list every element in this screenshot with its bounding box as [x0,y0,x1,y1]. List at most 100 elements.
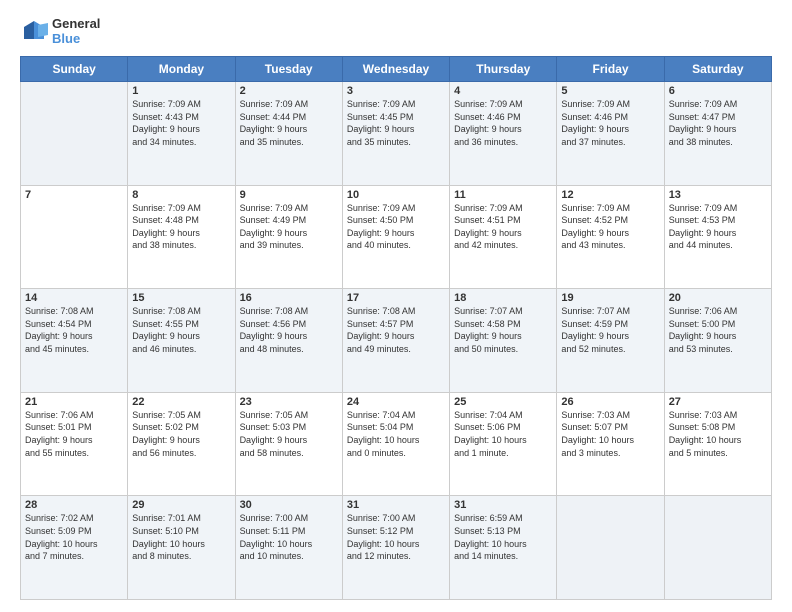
calendar-week-row: 21Sunrise: 7:06 AM Sunset: 5:01 PM Dayli… [21,392,772,496]
day-number: 11 [454,189,552,201]
day-number: 8 [132,189,230,201]
day-number: 6 [669,85,767,97]
calendar-cell: 2Sunrise: 7:09 AM Sunset: 4:44 PM Daylig… [235,82,342,186]
calendar-cell: 6Sunrise: 7:09 AM Sunset: 4:47 PM Daylig… [664,82,771,186]
day-number: 12 [561,189,659,201]
weekday-header-friday: Friday [557,57,664,82]
calendar-cell: 26Sunrise: 7:03 AM Sunset: 5:07 PM Dayli… [557,392,664,496]
day-number: 2 [240,85,338,97]
calendar-cell: 12Sunrise: 7:09 AM Sunset: 4:52 PM Dayli… [557,185,664,289]
day-info: Sunrise: 7:07 AM Sunset: 4:59 PM Dayligh… [561,305,659,355]
day-number: 21 [25,396,123,408]
calendar-cell: 29Sunrise: 7:01 AM Sunset: 5:10 PM Dayli… [128,496,235,600]
day-info: Sunrise: 7:08 AM Sunset: 4:55 PM Dayligh… [132,305,230,355]
calendar-cell: 25Sunrise: 7:04 AM Sunset: 5:06 PM Dayli… [450,392,557,496]
calendar-cell: 21Sunrise: 7:06 AM Sunset: 5:01 PM Dayli… [21,392,128,496]
calendar-cell [557,496,664,600]
day-info: Sunrise: 6:59 AM Sunset: 5:13 PM Dayligh… [454,512,552,562]
calendar-cell: 30Sunrise: 7:00 AM Sunset: 5:11 PM Dayli… [235,496,342,600]
day-info: Sunrise: 7:09 AM Sunset: 4:48 PM Dayligh… [132,202,230,252]
calendar-cell: 27Sunrise: 7:03 AM Sunset: 5:08 PM Dayli… [664,392,771,496]
calendar-cell: 31Sunrise: 6:59 AM Sunset: 5:13 PM Dayli… [450,496,557,600]
day-number: 19 [561,292,659,304]
day-info: Sunrise: 7:09 AM Sunset: 4:49 PM Dayligh… [240,202,338,252]
page: General Blue SundayMondayTuesdayWednesda… [0,0,792,612]
calendar-cell [21,82,128,186]
day-number: 10 [347,189,445,201]
day-info: Sunrise: 7:00 AM Sunset: 5:12 PM Dayligh… [347,512,445,562]
day-info: Sunrise: 7:06 AM Sunset: 5:00 PM Dayligh… [669,305,767,355]
calendar-cell: 28Sunrise: 7:02 AM Sunset: 5:09 PM Dayli… [21,496,128,600]
day-info: Sunrise: 7:03 AM Sunset: 5:08 PM Dayligh… [669,409,767,459]
day-info: Sunrise: 7:09 AM Sunset: 4:53 PM Dayligh… [669,202,767,252]
day-info: Sunrise: 7:09 AM Sunset: 4:51 PM Dayligh… [454,202,552,252]
day-number: 17 [347,292,445,304]
calendar-cell: 18Sunrise: 7:07 AM Sunset: 4:58 PM Dayli… [450,289,557,393]
day-info: Sunrise: 7:04 AM Sunset: 5:04 PM Dayligh… [347,409,445,459]
weekday-header-sunday: Sunday [21,57,128,82]
weekday-header-monday: Monday [128,57,235,82]
calendar-cell: 13Sunrise: 7:09 AM Sunset: 4:53 PM Dayli… [664,185,771,289]
calendar-week-row: 28Sunrise: 7:02 AM Sunset: 5:09 PM Dayli… [21,496,772,600]
calendar-cell: 31Sunrise: 7:00 AM Sunset: 5:12 PM Dayli… [342,496,449,600]
calendar-cell [664,496,771,600]
calendar-cell: 19Sunrise: 7:07 AM Sunset: 4:59 PM Dayli… [557,289,664,393]
calendar-cell: 7 [21,185,128,289]
calendar-cell: 23Sunrise: 7:05 AM Sunset: 5:03 PM Dayli… [235,392,342,496]
calendar-cell: 9Sunrise: 7:09 AM Sunset: 4:49 PM Daylig… [235,185,342,289]
day-info: Sunrise: 7:09 AM Sunset: 4:50 PM Dayligh… [347,202,445,252]
day-number: 5 [561,85,659,97]
weekday-header-row: SundayMondayTuesdayWednesdayThursdayFrid… [21,57,772,82]
calendar-cell: 24Sunrise: 7:04 AM Sunset: 5:04 PM Dayli… [342,392,449,496]
calendar-cell: 5Sunrise: 7:09 AM Sunset: 4:46 PM Daylig… [557,82,664,186]
day-info: Sunrise: 7:02 AM Sunset: 5:09 PM Dayligh… [25,512,123,562]
day-info: Sunrise: 7:03 AM Sunset: 5:07 PM Dayligh… [561,409,659,459]
day-number: 4 [454,85,552,97]
day-number: 7 [25,189,123,201]
weekday-header-thursday: Thursday [450,57,557,82]
day-info: Sunrise: 7:09 AM Sunset: 4:47 PM Dayligh… [669,98,767,148]
day-info: Sunrise: 7:01 AM Sunset: 5:10 PM Dayligh… [132,512,230,562]
calendar-cell: 16Sunrise: 7:08 AM Sunset: 4:56 PM Dayli… [235,289,342,393]
day-number: 28 [25,499,123,511]
calendar-cell: 8Sunrise: 7:09 AM Sunset: 4:48 PM Daylig… [128,185,235,289]
day-number: 27 [669,396,767,408]
weekday-header-saturday: Saturday [664,57,771,82]
calendar-week-row: 78Sunrise: 7:09 AM Sunset: 4:48 PM Dayli… [21,185,772,289]
calendar-week-row: 1Sunrise: 7:09 AM Sunset: 4:43 PM Daylig… [21,82,772,186]
calendar-cell: 15Sunrise: 7:08 AM Sunset: 4:55 PM Dayli… [128,289,235,393]
calendar-cell: 11Sunrise: 7:09 AM Sunset: 4:51 PM Dayli… [450,185,557,289]
day-info: Sunrise: 7:08 AM Sunset: 4:54 PM Dayligh… [25,305,123,355]
day-number: 18 [454,292,552,304]
day-number: 26 [561,396,659,408]
day-info: Sunrise: 7:05 AM Sunset: 5:02 PM Dayligh… [132,409,230,459]
day-info: Sunrise: 7:09 AM Sunset: 4:46 PM Dayligh… [561,98,659,148]
calendar-cell: 4Sunrise: 7:09 AM Sunset: 4:46 PM Daylig… [450,82,557,186]
header: General Blue [20,16,772,46]
calendar-cell: 17Sunrise: 7:08 AM Sunset: 4:57 PM Dayli… [342,289,449,393]
day-number: 9 [240,189,338,201]
calendar-week-row: 14Sunrise: 7:08 AM Sunset: 4:54 PM Dayli… [21,289,772,393]
logo-icon [20,17,48,45]
day-number: 3 [347,85,445,97]
day-info: Sunrise: 7:09 AM Sunset: 4:52 PM Dayligh… [561,202,659,252]
day-info: Sunrise: 7:06 AM Sunset: 5:01 PM Dayligh… [25,409,123,459]
day-number: 23 [240,396,338,408]
day-number: 24 [347,396,445,408]
day-info: Sunrise: 7:07 AM Sunset: 4:58 PM Dayligh… [454,305,552,355]
calendar-cell: 22Sunrise: 7:05 AM Sunset: 5:02 PM Dayli… [128,392,235,496]
day-number: 14 [25,292,123,304]
weekday-header-tuesday: Tuesday [235,57,342,82]
day-number: 15 [132,292,230,304]
day-number: 16 [240,292,338,304]
logo: General Blue [20,16,100,46]
logo-text: General Blue [52,16,100,46]
day-info: Sunrise: 7:05 AM Sunset: 5:03 PM Dayligh… [240,409,338,459]
day-number: 30 [240,499,338,511]
day-number: 25 [454,396,552,408]
day-info: Sunrise: 7:08 AM Sunset: 4:57 PM Dayligh… [347,305,445,355]
calendar-cell: 20Sunrise: 7:06 AM Sunset: 5:00 PM Dayli… [664,289,771,393]
calendar-cell: 10Sunrise: 7:09 AM Sunset: 4:50 PM Dayli… [342,185,449,289]
calendar-table: SundayMondayTuesdayWednesdayThursdayFrid… [20,56,772,600]
calendar-cell: 14Sunrise: 7:08 AM Sunset: 4:54 PM Dayli… [21,289,128,393]
